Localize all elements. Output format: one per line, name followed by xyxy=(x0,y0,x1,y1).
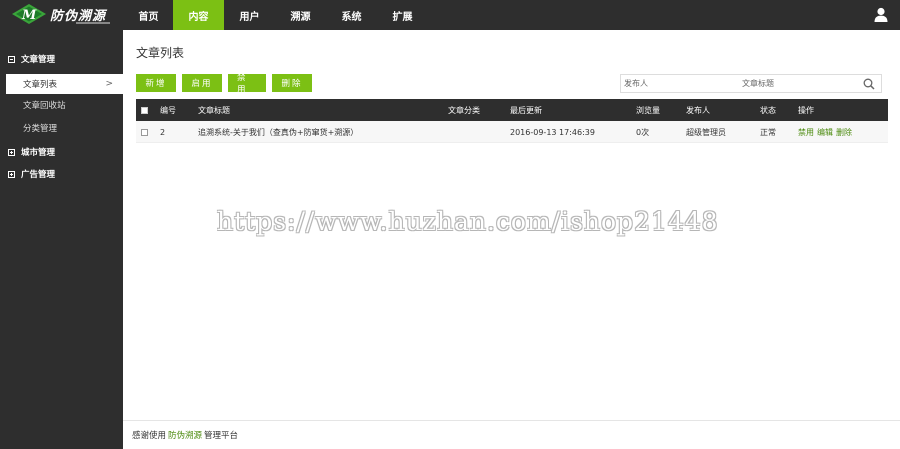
header-publisher: 发布人 xyxy=(686,105,710,115)
chevron-right-icon: > xyxy=(105,79,113,89)
sidebar-group-articles[interactable]: 文章管理 xyxy=(0,50,123,68)
sidebar-item-label: 分类管理 xyxy=(23,124,58,134)
table-row: 2 追溯系统-关于我们（查真伪+防窜货+溯源） 2016-09-13 17:46… xyxy=(136,121,888,143)
row-updated: 2016-09-13 17:46:39 xyxy=(510,127,595,137)
nav-system[interactable]: 系统 xyxy=(326,0,377,30)
article-table: 编号 文章标题 文章分类 最后更新 浏览量 发布人 状态 操作 2 追溯系统-关… xyxy=(136,99,888,143)
nav-home[interactable]: 首页 xyxy=(124,0,173,30)
row-checkbox[interactable] xyxy=(141,128,148,136)
sidebar-group-cities[interactable]: 城市管理 xyxy=(0,143,123,161)
sidebar-item-recycle-bin[interactable]: 文章回收站 xyxy=(0,95,123,115)
row-status: 正常 xyxy=(760,127,776,137)
row-publisher: 超级管理员 xyxy=(686,127,726,137)
watermark-text: https://www.huzhan.com/ishop21448 xyxy=(217,207,719,236)
sidebar-item-label: 文章回收站 xyxy=(23,101,66,111)
svg-text:M: M xyxy=(21,8,37,23)
header-ops: 操作 xyxy=(798,105,814,115)
footer: 感谢使用 防伪溯源 管理平台 xyxy=(123,420,900,449)
row-disable-link[interactable]: 禁用 xyxy=(798,127,814,138)
row-ops: 禁用 编辑 删除 xyxy=(798,121,855,143)
sidebar-group-label: 广告管理 xyxy=(21,170,56,180)
expand-icon xyxy=(8,170,15,178)
disable-button[interactable]: 禁用 xyxy=(228,73,266,95)
search-bar xyxy=(620,74,882,93)
sidebar-group-label: 文章管理 xyxy=(21,55,56,65)
delete-button[interactable]: 删除 xyxy=(272,74,312,92)
sidebar: 文章管理 文章列表 > 文章回收站 分类管理 城市管理 广告管理 xyxy=(0,30,123,449)
nav-content[interactable]: 内容 xyxy=(173,0,224,30)
footer-suffix: 管理平台 xyxy=(204,431,239,441)
top-nav: 首页 内容 用户 溯源 系统 扩展 xyxy=(124,0,428,30)
page-title: 文章列表 xyxy=(136,46,185,60)
user-icon[interactable] xyxy=(874,7,888,22)
table-header: 编号 文章标题 文章分类 最后更新 浏览量 发布人 状态 操作 xyxy=(136,99,888,121)
row-id: 2 xyxy=(160,127,166,137)
nav-extend[interactable]: 扩展 xyxy=(377,0,428,30)
footer-prefix: 感谢使用 xyxy=(132,431,167,441)
logo-icon: M xyxy=(12,4,46,24)
footer-brand-link[interactable]: 防伪溯源 xyxy=(168,429,202,441)
sidebar-group-ads[interactable]: 广告管理 xyxy=(0,165,123,183)
sidebar-item-label: 文章列表 xyxy=(23,80,58,90)
enable-button[interactable]: 启用 xyxy=(182,74,222,92)
nav-trace[interactable]: 溯源 xyxy=(275,0,326,30)
logo-subline xyxy=(76,22,110,24)
row-views: 0次 xyxy=(636,127,650,137)
header-updated: 最后更新 xyxy=(510,105,542,115)
search-icon[interactable] xyxy=(863,78,875,90)
collapse-icon xyxy=(8,55,15,63)
add-button[interactable]: 新增 xyxy=(136,74,176,92)
row-delete-link[interactable]: 删除 xyxy=(836,127,852,138)
header-views: 浏览量 xyxy=(636,105,660,115)
header-title: 文章标题 xyxy=(198,105,230,115)
logo[interactable]: M 防伪溯源 xyxy=(0,0,123,30)
row-title: 追溯系统-关于我们（查真伪+防窜货+溯源） xyxy=(198,127,359,137)
title-input[interactable] xyxy=(742,75,852,92)
sidebar-item-article-list[interactable]: 文章列表 > xyxy=(6,74,123,94)
header-category: 文章分类 xyxy=(448,105,480,115)
publisher-input[interactable] xyxy=(624,75,734,92)
main-content: 文章列表 新增 启用 禁用 删除 编号 文章标题 文章分类 最后更新 浏览量 发… xyxy=(123,30,900,449)
expand-icon xyxy=(8,148,15,156)
top-bar: M 防伪溯源 首页 内容 用户 溯源 系统 扩展 xyxy=(0,0,900,30)
header-id: 编号 xyxy=(160,105,176,115)
nav-users[interactable]: 用户 xyxy=(224,0,275,30)
header-status: 状态 xyxy=(760,105,776,115)
select-all-checkbox[interactable] xyxy=(141,106,148,114)
sidebar-group-label: 城市管理 xyxy=(21,148,56,158)
toolbar: 新增 启用 禁用 删除 xyxy=(136,73,318,95)
row-edit-link[interactable]: 编辑 xyxy=(817,127,833,138)
sidebar-item-categories[interactable]: 分类管理 xyxy=(0,118,123,138)
